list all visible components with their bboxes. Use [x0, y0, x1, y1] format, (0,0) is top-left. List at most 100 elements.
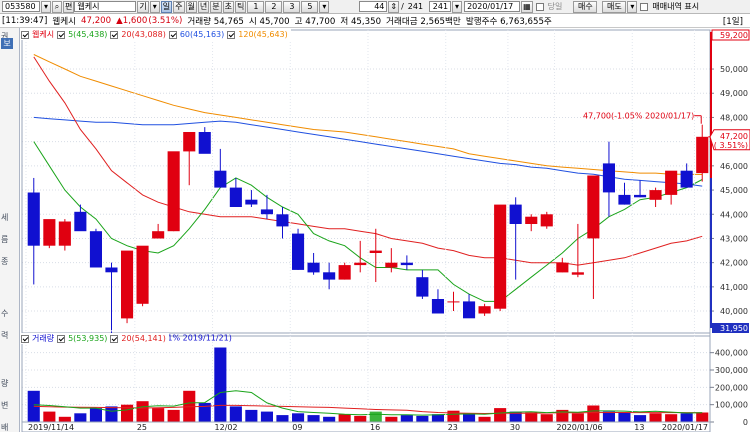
sell-button[interactable]: 매도 — [602, 1, 626, 13]
volume-bar — [681, 413, 693, 422]
candle-body — [59, 222, 71, 246]
volume-bar — [74, 413, 86, 422]
sidebar-label[interactable]: 수 — [1, 308, 8, 319]
preset-3-button[interactable]: 3 — [283, 1, 300, 13]
legend-checkbox-vol-ma5[interactable] — [57, 335, 65, 343]
period-second-button[interactable]: 초 — [223, 1, 234, 13]
volume-bar — [479, 417, 491, 422]
trade-history-checkbox[interactable] — [640, 3, 648, 11]
chart-background — [20, 28, 750, 432]
edit-tab-button[interactable]: 편 — [63, 1, 74, 13]
candle-body — [618, 195, 630, 205]
quote-stock-name: 웹케시 — [52, 15, 76, 27]
sidebar-label[interactable]: 량 — [1, 378, 8, 389]
gi-button[interactable]: 기 — [137, 1, 148, 13]
volume-bar — [214, 348, 226, 423]
legend-ma60: 60(45,163) — [180, 30, 224, 39]
x-tick-label: 16 — [370, 423, 380, 432]
sidebar-label[interactable]: 름 — [1, 234, 8, 245]
quote-info-bar: [11:39:47] 웹케시 47,200 ▲1,600 (3.51%) 거래량… — [0, 14, 750, 28]
legend-checkbox-ma5[interactable] — [57, 31, 65, 39]
quote-volume: 거래량 54,765 — [187, 15, 244, 27]
sidebar-label[interactable]: 세 — [1, 212, 8, 223]
legend-checkbox-vol-ma20[interactable] — [110, 335, 118, 343]
price-legend: 웹케시 5(45,438) 20(43,088) 60(45,163) 120(… — [21, 29, 291, 40]
volume-bar — [432, 414, 444, 422]
candle-body — [74, 212, 86, 231]
legend-ma5: 5(45,438) — [68, 30, 107, 39]
sidebar-label[interactable]: 변 — [1, 400, 8, 411]
period-year-button[interactable]: 년 — [198, 1, 209, 13]
legend-checkbox-ma60[interactable] — [169, 31, 177, 39]
x-tick-label: 30 — [510, 423, 520, 432]
sidebar-label[interactable]: 종 — [1, 256, 8, 267]
candle-body — [416, 277, 428, 296]
chevron-down-icon[interactable]: ▾ — [452, 1, 462, 13]
stock-code-input[interactable]: 053580 — [2, 1, 40, 12]
shown-count-input[interactable]: 241 — [429, 1, 451, 12]
legend-checkbox-price[interactable] — [21, 31, 29, 39]
volume-bar — [401, 415, 413, 422]
candle-body — [494, 205, 506, 309]
search-icon[interactable]: ⌕ — [52, 1, 62, 13]
volume-bar — [634, 415, 646, 422]
period-minute-button[interactable]: 분 — [210, 1, 221, 13]
candle-body — [137, 246, 149, 304]
legend-checkbox-ma120[interactable] — [227, 31, 235, 39]
volume-bar — [245, 410, 257, 422]
candle-body — [479, 306, 491, 313]
volume-tick-label: 200,000 — [715, 383, 748, 392]
x-tick-label: 25 — [137, 423, 147, 432]
legend-checkbox-volume[interactable] — [21, 335, 29, 343]
price-tick-label: 45,000 — [720, 186, 748, 195]
candle-body — [463, 301, 475, 318]
period-day-button[interactable]: 일 — [161, 1, 172, 13]
volume-bar — [152, 408, 164, 422]
volume-bar — [463, 413, 475, 422]
sidebar-label-active[interactable]: 보 — [1, 38, 13, 49]
candle-body — [587, 176, 599, 239]
volume-bar — [43, 412, 55, 422]
preset-1-button[interactable]: 1 — [247, 1, 264, 13]
volume-bar — [696, 413, 708, 423]
candle-body — [696, 137, 708, 173]
volume-bar — [105, 406, 117, 422]
candle-body — [603, 163, 615, 192]
x-tick-label: 12/02 — [215, 423, 238, 432]
candle-body — [276, 214, 288, 226]
sidebar-label[interactable]: 배 — [1, 422, 8, 432]
date-input[interactable]: 2020/01/17 — [464, 1, 520, 12]
chevron-down-icon[interactable]: ▾ — [41, 1, 51, 13]
candle-body — [447, 301, 459, 302]
sidebar-label[interactable]: 력 — [1, 330, 8, 341]
period-month-button[interactable]: 월 — [186, 1, 197, 13]
today-checkbox[interactable] — [536, 3, 544, 11]
period-week-button[interactable]: 주 — [173, 1, 184, 13]
candle-body — [28, 193, 40, 246]
volume-bar — [416, 416, 428, 422]
quote-shares: 발행주수 6,763,655주 — [466, 15, 552, 27]
preset-2-button[interactable]: 2 — [265, 1, 282, 13]
period-tick-button[interactable]: 틱 — [235, 1, 246, 13]
stock-chart-svg[interactable]: 40,00041,00042,00043,00044,00045,00046,0… — [20, 28, 750, 432]
candle-body — [401, 263, 413, 265]
buy-button[interactable]: 매수 — [573, 1, 597, 13]
chevron-down-icon[interactable]: ▾ — [319, 1, 329, 13]
candle-body — [354, 263, 366, 265]
left-sidebar-strip: 권 보 세 름 종 수 력 량 변 배 — [0, 28, 20, 432]
candle-body — [681, 171, 693, 188]
legend-checkbox-ma20[interactable] — [110, 31, 118, 39]
candle-body — [665, 171, 677, 195]
chevron-down-icon[interactable]: ▾ — [627, 1, 637, 13]
x-axis-band — [22, 422, 710, 432]
preset-5-button[interactable]: 5 — [301, 1, 318, 13]
candle-body — [43, 219, 55, 246]
price-tick-label: 43,000 — [720, 234, 748, 243]
price-tick-label: 44,000 — [720, 210, 748, 219]
chart-area[interactable]: 40,00041,00042,00043,00044,00045,00046,0… — [20, 28, 750, 432]
stepper-icon[interactable]: ⇕ — [388, 1, 399, 13]
calendar-icon[interactable]: ▦ — [521, 1, 533, 13]
chevron-down-icon[interactable]: ▾ — [150, 1, 160, 13]
candle-body — [152, 231, 164, 238]
count-input[interactable]: 44 — [359, 1, 387, 12]
